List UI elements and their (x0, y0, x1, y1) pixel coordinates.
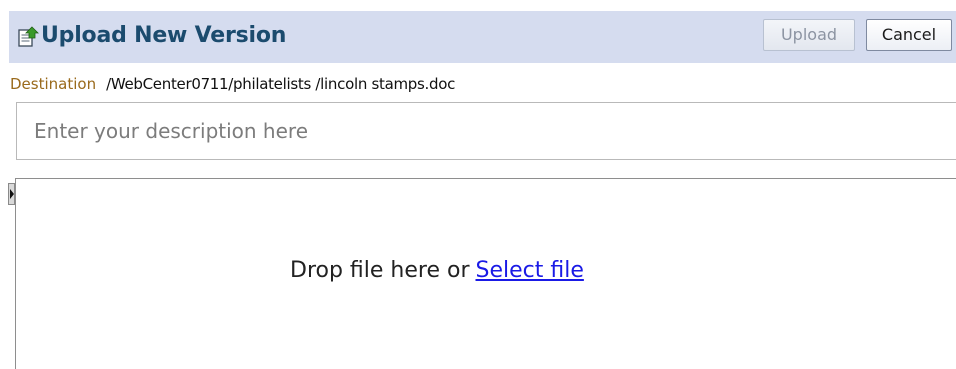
expand-arrow-icon[interactable] (8, 183, 15, 205)
dialog-title: Upload New Version (41, 23, 287, 48)
drop-text: Drop file here or (290, 258, 470, 283)
description-input[interactable] (16, 102, 956, 160)
drop-instructions: Drop file here or Select file (290, 258, 584, 283)
destination-label: Destination (10, 75, 97, 93)
destination-path: /WebCenter0711/philatelists /lincoln sta… (106, 75, 456, 93)
upload-button[interactable]: Upload (763, 19, 855, 51)
destination-row: Destination/WebCenter0711/philatelists /… (10, 75, 455, 93)
upload-document-icon (17, 26, 39, 48)
select-file-link[interactable]: Select file (476, 258, 584, 283)
cancel-button[interactable]: Cancel (866, 19, 952, 51)
